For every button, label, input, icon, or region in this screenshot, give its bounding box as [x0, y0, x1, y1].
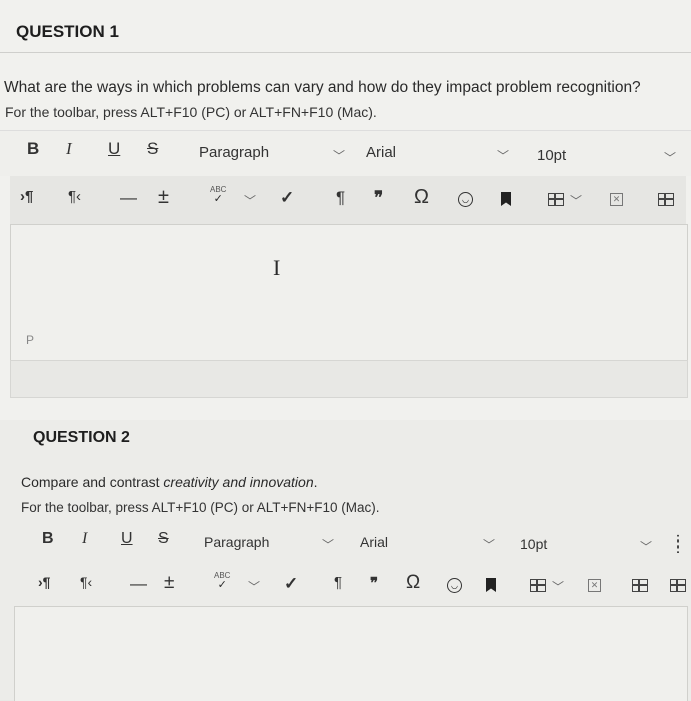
plusminus-button[interactable]: ±	[158, 186, 169, 209]
omega-icon[interactable]: Ω	[406, 572, 420, 594]
toolbar-row-2: ›¶ ¶‹ — ± ABC ✓ ﹀ ✓ ¶ ❞ Ω ◡ ﹀ ✕	[10, 176, 686, 224]
text-cursor-icon: I	[273, 255, 281, 280]
bold-button[interactable]: B	[27, 139, 39, 159]
font-size-select[interactable]: 10pt	[520, 536, 547, 552]
prompt-emphasis: creativity and innovation	[163, 474, 314, 490]
pilcrow-button[interactable]: ¶	[334, 574, 342, 591]
toolbar-row-1: B I U S Paragraph ﹀ Arial ﹀ 10pt ﹀	[0, 130, 691, 176]
question-1-hint: For the toolbar, press ALT+F10 (PC) or A…	[5, 104, 377, 120]
clear-format-icon[interactable]: ✕	[610, 193, 623, 206]
question-2-hint: For the toolbar, press ALT+F10 (PC) or A…	[21, 500, 380, 515]
grid-icon[interactable]	[670, 579, 686, 592]
question-1-panel: QUESTION 1 What are the ways in which pr…	[0, 0, 691, 420]
blockquote-icon[interactable]: ❞	[370, 574, 378, 592]
horizontal-line-button[interactable]: —	[130, 574, 147, 594]
omega-icon[interactable]: Ω	[414, 186, 429, 209]
element-path: P	[26, 333, 35, 347]
plusminus-button[interactable]: ±	[164, 572, 174, 594]
blockquote-icon[interactable]: ❞	[374, 188, 383, 208]
question-1-header: QUESTION 1	[0, 10, 691, 53]
bold-button[interactable]: B	[42, 530, 54, 548]
rtl-button[interactable]: ¶‹	[80, 574, 92, 590]
chevron-down-icon[interactable]: ﹀	[664, 149, 676, 166]
spellcheck-icon[interactable]: ABC ✓	[214, 572, 230, 591]
chevron-down-icon[interactable]: ﹀	[322, 536, 334, 553]
toolbar-row-1: B I U S Paragraph ﹀ Arial ﹀ 10pt ﹀ :::	[0, 522, 691, 562]
ltr-button[interactable]: ›¶	[20, 188, 33, 205]
underline-button[interactable]: U	[121, 530, 133, 548]
toolbar-row-2: ›¶ ¶‹ — ± ABC ✓ ﹀ ✓ ¶ ❞ Ω ◡ ﹀ ✕	[0, 564, 691, 604]
chevron-down-icon[interactable]: ﹀	[333, 147, 345, 164]
editor-statusbar	[10, 360, 688, 398]
grid-icon[interactable]	[632, 579, 648, 592]
emoji-icon[interactable]: ◡	[458, 192, 473, 207]
strikethrough-button[interactable]: S	[158, 530, 169, 548]
chevron-down-icon[interactable]: ﹀	[483, 536, 495, 553]
bookmark-icon[interactable]	[501, 192, 511, 206]
italic-button[interactable]: I	[66, 139, 72, 159]
question-2-title: QUESTION 2	[33, 429, 130, 446]
font-select[interactable]: Arial	[366, 144, 396, 161]
table-icon[interactable]	[530, 579, 546, 592]
chevron-down-icon[interactable]: ﹀	[248, 578, 260, 595]
chevron-down-icon[interactable]: ﹀	[570, 192, 582, 209]
paragraph-select[interactable]: Paragraph	[204, 534, 269, 550]
emoji-icon[interactable]: ◡	[447, 578, 462, 593]
grid-icon[interactable]	[658, 193, 674, 206]
pilcrow-button[interactable]: ¶	[336, 188, 345, 208]
spellcheck-icon[interactable]: ABC ✓	[210, 186, 226, 205]
italic-button[interactable]: I	[82, 530, 87, 548]
chevron-down-icon[interactable]: ﹀	[640, 538, 652, 555]
table-icon[interactable]	[548, 193, 564, 206]
question-1-editor[interactable]: I P	[10, 224, 688, 361]
chevron-down-icon[interactable]: ﹀	[552, 578, 564, 595]
list-icon[interactable]: :::	[676, 531, 680, 555]
question-1-title: QUESTION 1	[16, 22, 119, 41]
chevron-down-icon[interactable]: ﹀	[244, 192, 256, 209]
rtl-button[interactable]: ¶‹	[68, 188, 81, 205]
strikethrough-button[interactable]: S	[147, 139, 158, 159]
question-2-editor[interactable]	[14, 606, 688, 701]
question-2-panel: QUESTION 2 Compare and contrast creativi…	[0, 420, 691, 701]
clear-format-icon[interactable]: ✕	[588, 579, 601, 592]
question-1-prompt: What are the ways in which problems can …	[4, 79, 641, 96]
horizontal-line-button[interactable]: —	[120, 188, 137, 208]
question-2-prompt: Compare and contrast creativity and inno…	[21, 474, 318, 490]
paragraph-select[interactable]: Paragraph	[199, 144, 269, 161]
chevron-down-icon[interactable]: ﹀	[497, 147, 509, 164]
bookmark-icon[interactable]	[486, 578, 496, 592]
font-size-select[interactable]: 10pt	[537, 147, 566, 164]
font-select[interactable]: Arial	[360, 534, 388, 550]
underline-button[interactable]: U	[108, 139, 120, 159]
checkmark-icon[interactable]: ✓	[284, 574, 298, 594]
ltr-button[interactable]: ›¶	[38, 574, 50, 590]
checkmark-icon[interactable]: ✓	[280, 188, 294, 208]
